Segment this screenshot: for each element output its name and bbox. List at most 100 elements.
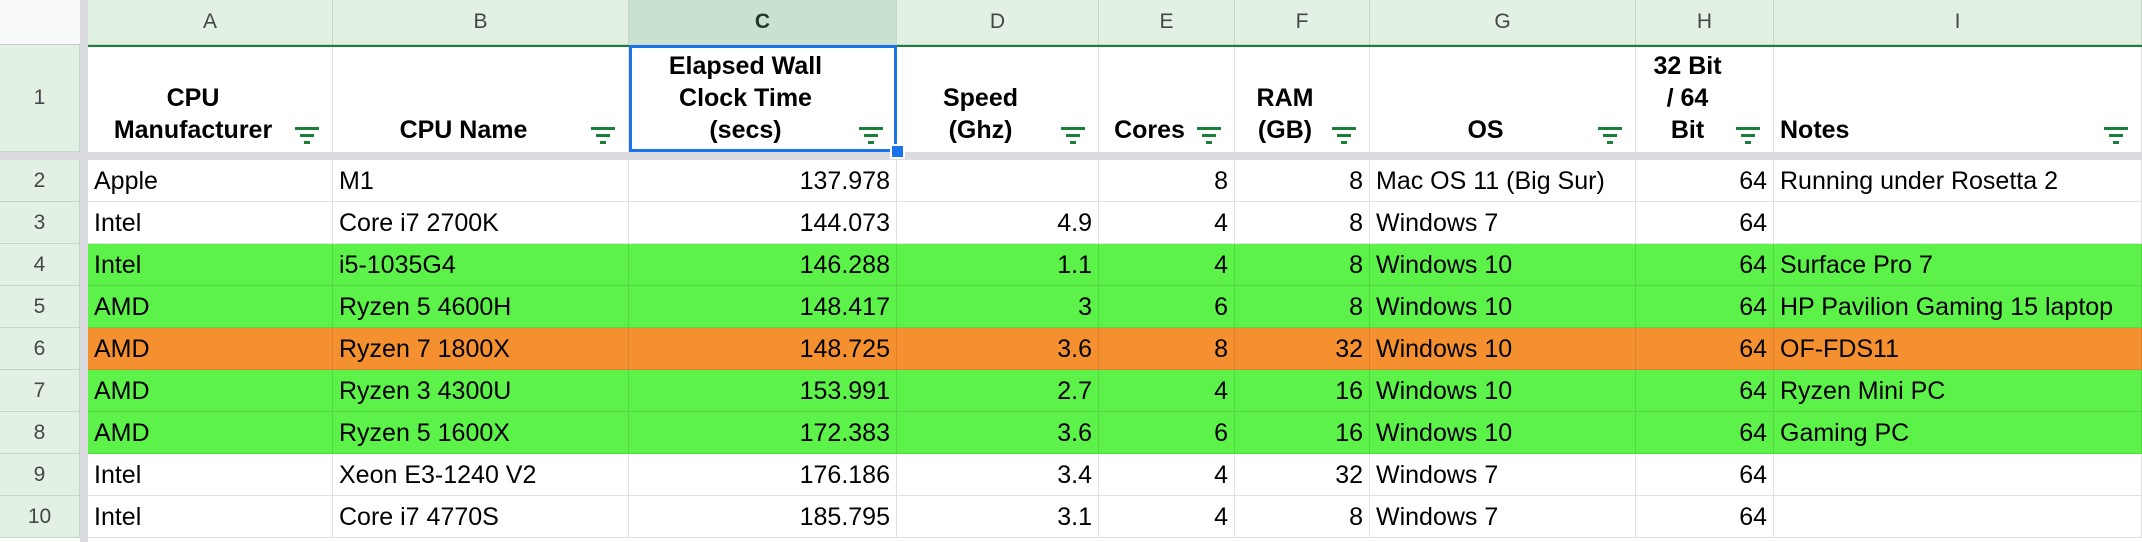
cell-g10[interactable]: Windows 7 <box>1370 496 1636 538</box>
cell-c7[interactable]: 153.991 <box>629 370 897 412</box>
cell-d8[interactable]: 3.6 <box>897 412 1099 454</box>
cell-a5[interactable]: AMD <box>88 286 333 328</box>
row-header-2[interactable]: 2 <box>0 160 80 202</box>
cell-c8[interactable]: 172.383 <box>629 412 897 454</box>
cell-a4[interactable]: Intel <box>88 244 333 286</box>
cell-i4[interactable]: Surface Pro 7 <box>1774 244 2142 286</box>
cell-b2[interactable]: M1 <box>333 160 629 202</box>
cell-i8[interactable]: Gaming PC <box>1774 412 2142 454</box>
cell-i3[interactable] <box>1774 202 2142 244</box>
frozen-column-divider[interactable] <box>80 0 88 542</box>
cell-h3[interactable]: 64 <box>1636 202 1774 244</box>
cell-h8[interactable]: 64 <box>1636 412 1774 454</box>
cell-f3[interactable]: 8 <box>1235 202 1370 244</box>
cell-h5[interactable]: 64 <box>1636 286 1774 328</box>
row-header-3[interactable]: 3 <box>0 202 80 244</box>
row-header-5[interactable]: 5 <box>0 286 80 328</box>
cell-g7[interactable]: Windows 10 <box>1370 370 1636 412</box>
cell-b3[interactable]: Core i7 2700K <box>333 202 629 244</box>
column-header-e[interactable]: E <box>1099 0 1235 45</box>
filter-icon[interactable] <box>2103 120 2129 144</box>
cell-f10[interactable]: 8 <box>1235 496 1370 538</box>
cell-i10[interactable] <box>1774 496 2142 538</box>
column-header-i[interactable]: I <box>1774 0 2142 45</box>
cell-c2[interactable]: 137.978 <box>629 160 897 202</box>
cell-h6[interactable]: 64 <box>1636 328 1774 370</box>
cell-g2[interactable]: Mac OS 11 (Big Sur) <box>1370 160 1636 202</box>
cell-d6[interactable]: 3.6 <box>897 328 1099 370</box>
cell-b10[interactable]: Core i7 4770S <box>333 496 629 538</box>
cell-e5[interactable]: 6 <box>1099 286 1235 328</box>
header-cell-h[interactable]: 32 Bit/ 64 Bit <box>1636 45 1774 152</box>
frozen-row-divider[interactable] <box>0 152 2142 160</box>
cell-g9[interactable]: Windows 7 <box>1370 454 1636 496</box>
filter-icon[interactable] <box>1196 120 1222 144</box>
cell-c3[interactable]: 144.073 <box>629 202 897 244</box>
cell-b5[interactable]: Ryzen 5 4600H <box>333 286 629 328</box>
header-cell-i[interactable]: Notes <box>1774 45 2142 152</box>
cell-e8[interactable]: 6 <box>1099 412 1235 454</box>
header-cell-f[interactable]: RAM (GB) <box>1235 45 1370 152</box>
filter-icon[interactable] <box>858 120 884 144</box>
cell-e3[interactable]: 4 <box>1099 202 1235 244</box>
cell-g4[interactable]: Windows 10 <box>1370 244 1636 286</box>
column-header-a[interactable]: A <box>88 0 333 45</box>
cell-i9[interactable] <box>1774 454 2142 496</box>
cell-b9[interactable]: Xeon E3-1240 V2 <box>333 454 629 496</box>
cell-d4[interactable]: 1.1 <box>897 244 1099 286</box>
column-header-b[interactable]: B <box>333 0 629 45</box>
row-header-8[interactable]: 8 <box>0 412 80 454</box>
cell-h4[interactable]: 64 <box>1636 244 1774 286</box>
cell-a3[interactable]: Intel <box>88 202 333 244</box>
cell-g3[interactable]: Windows 7 <box>1370 202 1636 244</box>
cell-e9[interactable]: 4 <box>1099 454 1235 496</box>
fill-handle[interactable] <box>890 144 905 159</box>
cell-c9[interactable]: 176.186 <box>629 454 897 496</box>
cell-f6[interactable]: 32 <box>1235 328 1370 370</box>
cell-h2[interactable]: 64 <box>1636 160 1774 202</box>
cell-c6[interactable]: 148.725 <box>629 328 897 370</box>
row-header-6[interactable]: 6 <box>0 328 80 370</box>
header-cell-g[interactable]: OS <box>1370 45 1636 152</box>
cell-c4[interactable]: 146.288 <box>629 244 897 286</box>
cell-i7[interactable]: Ryzen Mini PC <box>1774 370 2142 412</box>
cell-e2[interactable]: 8 <box>1099 160 1235 202</box>
cell-g6[interactable]: Windows 10 <box>1370 328 1636 370</box>
cell-e6[interactable]: 8 <box>1099 328 1235 370</box>
cell-a10[interactable]: Intel <box>88 496 333 538</box>
cell-f5[interactable]: 8 <box>1235 286 1370 328</box>
header-cell-a[interactable]: CPU Manufacturer <box>88 45 333 152</box>
cell-c10[interactable]: 185.795 <box>629 496 897 538</box>
cell-h7[interactable]: 64 <box>1636 370 1774 412</box>
row-header-4[interactable]: 4 <box>0 244 80 286</box>
filter-icon[interactable] <box>1060 120 1086 144</box>
cell-a6[interactable]: AMD <box>88 328 333 370</box>
cell-a2[interactable]: Apple <box>88 160 333 202</box>
column-header-f[interactable]: F <box>1235 0 1370 45</box>
cell-d7[interactable]: 2.7 <box>897 370 1099 412</box>
cell-i2[interactable]: Running under Rosetta 2 <box>1774 160 2142 202</box>
cell-a8[interactable]: AMD <box>88 412 333 454</box>
header-cell-c[interactable]: Elapsed Wall Clock Time (secs) <box>629 45 897 152</box>
cell-d9[interactable]: 3.4 <box>897 454 1099 496</box>
cell-f8[interactable]: 16 <box>1235 412 1370 454</box>
cell-c5[interactable]: 148.417 <box>629 286 897 328</box>
column-header-h[interactable]: H <box>1636 0 1774 45</box>
cell-g5[interactable]: Windows 10 <box>1370 286 1636 328</box>
filter-icon[interactable] <box>294 120 320 144</box>
cell-a7[interactable]: AMD <box>88 370 333 412</box>
cell-d2[interactable] <box>897 160 1099 202</box>
cell-d3[interactable]: 4.9 <box>897 202 1099 244</box>
cell-i5[interactable]: HP Pavilion Gaming 15 laptop <box>1774 286 2142 328</box>
spreadsheet-grid[interactable]: A B C D E F G H I 1 2 3 4 5 6 7 8 9 10 CPU Manufacturer CPU N… <box>0 0 2142 542</box>
cell-i6[interactable]: OF-FDS11 <box>1774 328 2142 370</box>
cell-e7[interactable]: 4 <box>1099 370 1235 412</box>
cell-b7[interactable]: Ryzen 3 4300U <box>333 370 629 412</box>
column-header-d[interactable]: D <box>897 0 1099 45</box>
row-header-10[interactable]: 10 <box>0 496 80 538</box>
header-cell-b[interactable]: CPU Name <box>333 45 629 152</box>
row-header-1[interactable]: 1 <box>0 45 80 152</box>
header-cell-d[interactable]: Speed (Ghz) <box>897 45 1099 152</box>
header-cell-e[interactable]: Cores <box>1099 45 1235 152</box>
cell-f9[interactable]: 32 <box>1235 454 1370 496</box>
